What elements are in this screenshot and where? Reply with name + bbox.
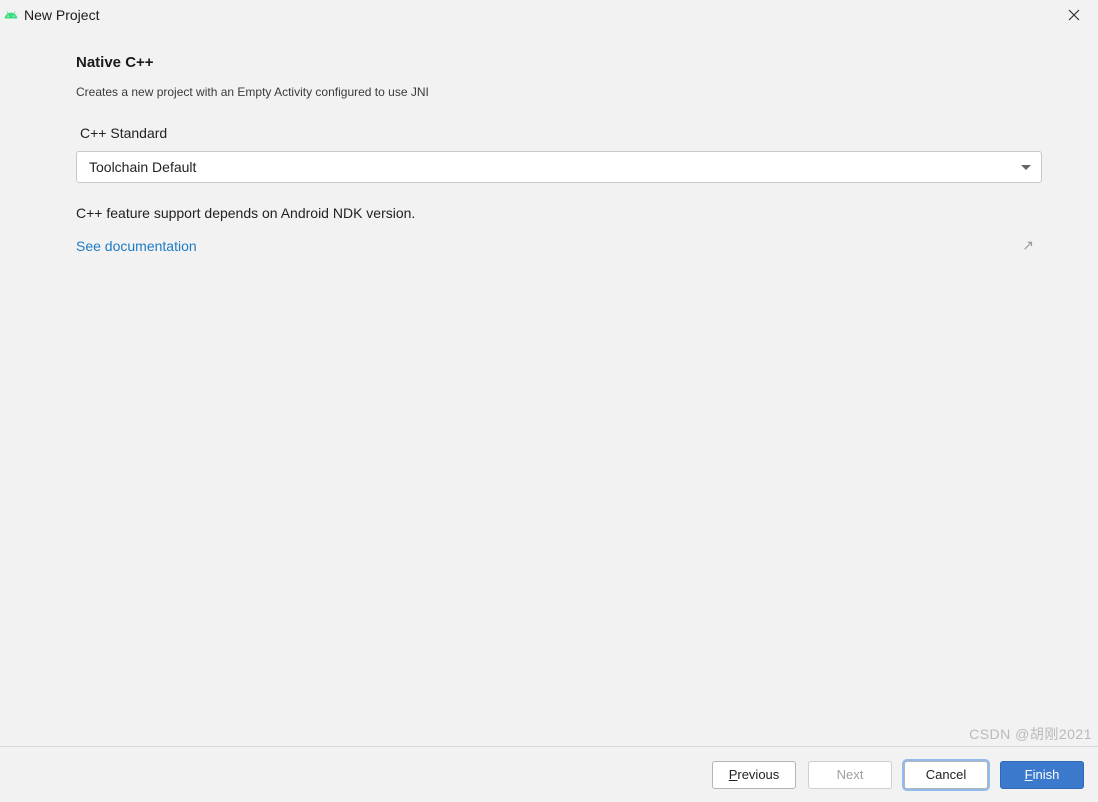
page-heading: Native C++ <box>76 54 1042 71</box>
content-area: Native C++ Creates a new project with an… <box>0 30 1098 254</box>
titlebar-left: New Project <box>4 7 99 23</box>
android-icon <box>4 8 18 22</box>
watermark: CSDN @胡刚2021 <box>969 724 1092 744</box>
doc-link-row: See documentation ↗ <box>76 237 1042 254</box>
next-label: Next <box>837 767 864 782</box>
close-button[interactable] <box>1060 1 1088 29</box>
titlebar: New Project <box>0 0 1098 30</box>
page-subheading: Creates a new project with an Empty Acti… <box>76 85 1042 99</box>
cancel-label: Cancel <box>926 767 966 782</box>
cancel-button[interactable]: Cancel <box>904 761 988 789</box>
previous-label-rest: revious <box>737 767 779 782</box>
external-link-icon: ↗ <box>1022 237 1034 254</box>
see-documentation-link[interactable]: See documentation <box>76 238 197 254</box>
window-title: New Project <box>24 7 99 23</box>
next-button: Next <box>808 761 892 789</box>
cpp-standard-value: Toolchain Default <box>89 159 196 175</box>
finish-button[interactable]: Finish <box>1000 761 1084 789</box>
footer-bar: Previous Next Cancel Finish <box>0 746 1098 802</box>
previous-button[interactable]: Previous <box>712 761 796 789</box>
cpp-standard-select[interactable]: Toolchain Default <box>76 151 1042 183</box>
cpp-standard-label: C++ Standard <box>80 125 1042 141</box>
info-text: C++ feature support depends on Android N… <box>76 205 1042 221</box>
finish-label-rest: inish <box>1033 767 1060 782</box>
chevron-down-icon <box>1021 165 1031 170</box>
